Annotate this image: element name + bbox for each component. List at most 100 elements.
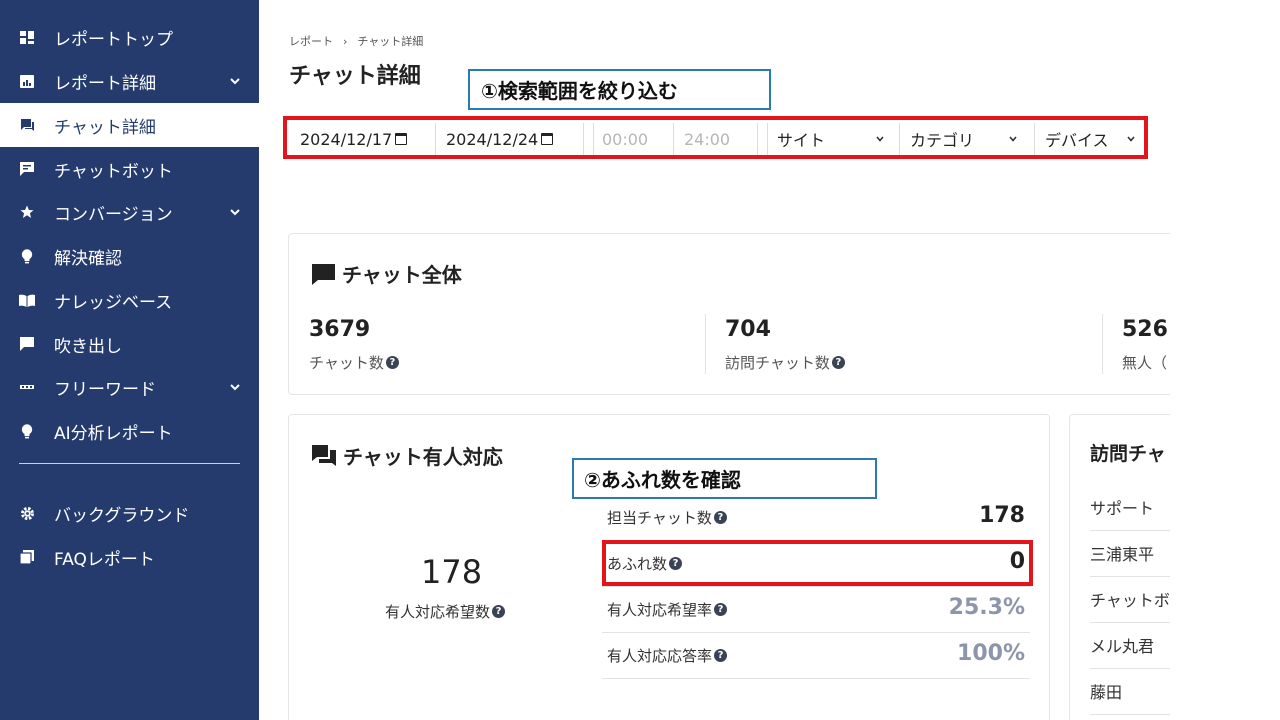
- help-icon[interactable]: ?: [714, 649, 728, 662]
- main-content: レポート › チャット詳細 チャット詳細 ①検索範囲を絞り込む 2024/12/17…: [259, 0, 1170, 720]
- star-icon: [19, 204, 35, 220]
- list-item: サポート: [1090, 499, 1155, 518]
- sidebar-item-faq-report[interactable]: FAQレポート: [0, 535, 259, 579]
- list-divider: [1090, 668, 1170, 669]
- stat-label: 訪問チャット数?: [725, 352, 845, 373]
- help-icon[interactable]: ?: [385, 356, 399, 369]
- manned-response-rate-label: 有人対応応答率?: [607, 645, 728, 666]
- sidebar-item-label: コンバージョン: [54, 204, 173, 225]
- list-item: 藤田: [1090, 683, 1123, 702]
- sidebar-item-label: 吹き出し: [54, 336, 122, 357]
- manned-request-rate-label: 有人対応希望率?: [607, 599, 728, 620]
- help-icon[interactable]: ?: [492, 605, 506, 618]
- breadcrumb: レポート › チャット詳細: [289, 33, 423, 49]
- breadcrumb-current: チャット詳細: [357, 35, 424, 48]
- keyboard-icon: [19, 379, 35, 395]
- sidebar-item-label: ナレッジベース: [54, 292, 173, 313]
- stat-separator: [705, 314, 706, 374]
- faq-icon: [19, 549, 35, 565]
- sidebar-item-ai-report[interactable]: AI分析レポート: [0, 409, 259, 453]
- chat-overall-card: チャット全体 3679 チャット数? 704 訪問チャット数? 526 無人（: [288, 233, 1170, 395]
- chat-icon: [312, 263, 335, 285]
- sidebar-item-label: レポートトップ: [54, 29, 173, 50]
- dashboard-icon: [19, 29, 35, 45]
- sidebar-item-free-word[interactable]: フリーワード: [0, 365, 259, 409]
- sidebar-item-report-top[interactable]: レポートトップ: [0, 15, 259, 59]
- sidebar-item-chatbot[interactable]: チャットボット: [0, 147, 259, 191]
- card-title-text: チャット有人対応: [343, 445, 503, 469]
- sidebar-item-speech-bubble[interactable]: 吹き出し: [0, 322, 259, 366]
- sidebar-item-label: レポート詳細: [54, 73, 156, 94]
- page-title: チャット詳細: [289, 64, 421, 89]
- speech-bubble-icon: [19, 336, 35, 352]
- manned-request-label-text: 有人対応希望数: [385, 603, 491, 621]
- list-divider: [1090, 714, 1170, 715]
- sidebar-item-label: AI分析レポート: [54, 423, 173, 444]
- sidebar-item-label: 解決確認: [54, 248, 122, 269]
- help-icon[interactable]: ?: [713, 511, 727, 524]
- overflow-callout: ②あふれ数を確認: [572, 458, 877, 499]
- sidebar: レポートトップ レポート詳細 チャット詳細 チャットボット コンバージョン 解決…: [0, 0, 259, 720]
- sidebar-item-conversion[interactable]: コンバージョン: [0, 190, 259, 234]
- chatbot-icon: [19, 161, 35, 177]
- card-title-text: チャット全体: [342, 263, 462, 287]
- manned-response-rate-value: 100%: [957, 641, 1025, 666]
- help-icon[interactable]: ?: [714, 603, 728, 616]
- list-divider: [1090, 530, 1170, 531]
- stat-label: 無人（: [1122, 354, 1168, 372]
- sidebar-item-label: FAQレポート: [54, 549, 155, 570]
- manned-request-label: 有人対応希望数?: [385, 601, 506, 622]
- row-label-text: 有人対応希望率: [607, 601, 713, 619]
- row-divider: [602, 586, 1030, 587]
- chevron-down-icon: [230, 78, 240, 85]
- breadcrumb-separator: ›: [343, 35, 348, 48]
- filter-callout: ①検索範囲を絞り込む: [468, 69, 771, 110]
- gear-icon: [19, 505, 35, 521]
- app: レポートトップ レポート詳細 チャット詳細 チャットボット コンバージョン 解決…: [0, 0, 1280, 720]
- row-label-text: 担当チャット数: [607, 509, 712, 527]
- sidebar-divider: [19, 463, 240, 464]
- chevron-down-icon: [230, 209, 240, 216]
- sidebar-item-label: チャットボット: [54, 161, 173, 182]
- book-icon: [19, 292, 35, 308]
- sidebar-item-report-detail[interactable]: レポート詳細: [0, 59, 259, 103]
- manned-request-rate-value: 25.3%: [948, 595, 1025, 620]
- sidebar-item-knowledge-base[interactable]: ナレッジベース: [0, 278, 259, 322]
- sidebar-item-chat-detail[interactable]: チャット詳細: [0, 103, 259, 147]
- list-divider: [1090, 622, 1170, 623]
- stat-label: チャット数?: [309, 352, 399, 373]
- breadcrumb-root[interactable]: レポート: [289, 35, 333, 48]
- stat-separator: [1102, 314, 1103, 374]
- sidebar-item-label: バックグラウンド: [54, 505, 190, 526]
- manned-request-count: 178: [421, 553, 483, 591]
- lightbulb-icon: [19, 248, 35, 264]
- list-item: 三浦東平: [1090, 545, 1155, 564]
- sidebar-item-background[interactable]: バックグラウンド: [0, 491, 259, 535]
- filter-highlight: [283, 116, 1148, 159]
- row-divider: [602, 632, 1030, 633]
- assigned-chats-value: 178: [979, 503, 1025, 528]
- stat-label-text: チャット数: [309, 354, 384, 372]
- card-title: チャット全体: [311, 259, 462, 288]
- visit-chat-card: 訪問チャ サポート 三浦東平 チャットボ メル丸君 藤田: [1069, 414, 1170, 720]
- card-title: チャット有人対応: [311, 441, 503, 470]
- row-label-text: 有人対応応答率: [607, 647, 713, 665]
- chat-icon: [19, 117, 35, 133]
- sidebar-item-label: フリーワード: [54, 379, 156, 400]
- assigned-chats-label: 担当チャット数?: [607, 507, 727, 528]
- card-title: 訪問チャ: [1090, 443, 1166, 465]
- sidebar-item-label: チャット詳細: [54, 117, 156, 138]
- report-icon: [19, 73, 35, 89]
- stat-value: 3679: [309, 317, 371, 342]
- help-icon[interactable]: ?: [831, 356, 845, 369]
- stat-value: 526: [1122, 317, 1168, 342]
- stat-value: 704: [725, 317, 771, 342]
- overflow-highlight: [602, 540, 1033, 586]
- chevron-down-icon: [230, 384, 240, 391]
- list-item: メル丸君: [1090, 637, 1155, 656]
- lightbulb-icon: [19, 423, 35, 439]
- list-item: チャットボ: [1090, 591, 1170, 610]
- sidebar-item-resolution[interactable]: 解決確認: [0, 234, 259, 278]
- list-divider: [1090, 576, 1170, 577]
- chats-icon: [312, 444, 336, 466]
